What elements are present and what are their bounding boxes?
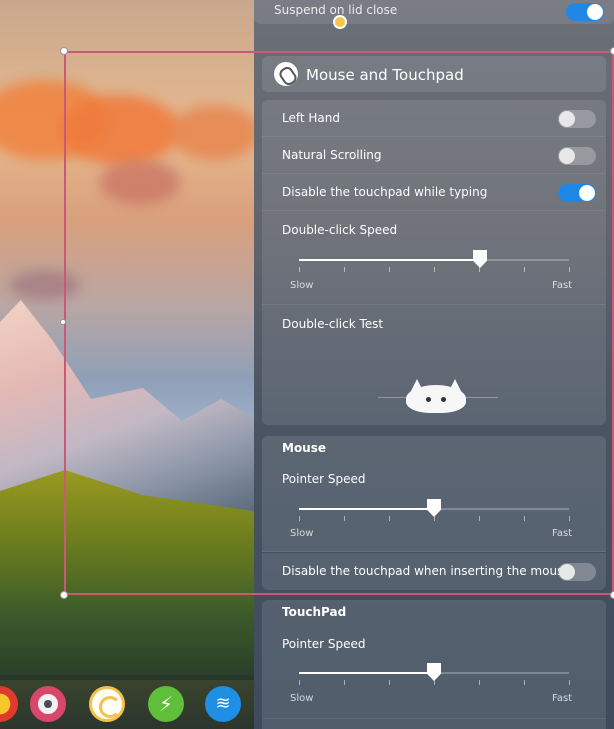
fast-label: Fast xyxy=(552,280,573,291)
double-click-speed-slider[interactable] xyxy=(299,250,570,272)
touchpad-pointer-speed-slider[interactable] xyxy=(299,663,570,685)
slider-tick xyxy=(434,680,435,685)
touchpad-card: Pointer Speed Slow Fast xyxy=(262,624,606,729)
slider-thumb[interactable] xyxy=(427,663,441,681)
top-partial-toggle[interactable] xyxy=(566,3,604,21)
touchpad-pointer-speed-row: Pointer Speed Slow Fast xyxy=(262,624,606,719)
double-click-speed-row: Double-click Speed Slow Fast xyxy=(262,211,606,305)
app-icon[interactable] xyxy=(89,686,125,722)
general-card: Left Hand Natural Scrolling Disable the … xyxy=(262,100,606,425)
mouse-card: Pointer Speed Slow Fast xyxy=(262,460,606,552)
left-hand-toggle[interactable] xyxy=(558,110,596,128)
slider-tick xyxy=(524,516,525,521)
slider-tick xyxy=(344,680,345,685)
slider-tick xyxy=(479,516,480,521)
resize-handle[interactable] xyxy=(60,319,66,325)
slider-tick xyxy=(389,267,390,272)
slider-tick xyxy=(434,516,435,521)
cloud xyxy=(100,160,180,205)
disable-touchpad-mouse-label: Disable the touchpad when inserting the … xyxy=(282,564,571,578)
double-click-test-label: Double-click Test xyxy=(282,317,384,331)
mouse-section-title: Mouse xyxy=(282,441,327,455)
slider-tick xyxy=(479,680,480,685)
slow-label: Slow xyxy=(290,280,314,291)
slider-fill xyxy=(299,672,434,674)
cat-body xyxy=(406,385,466,413)
disable-touchpad-typing-label: Disable the touchpad while typing xyxy=(282,185,488,199)
slider-tick xyxy=(569,680,570,685)
slider-tick xyxy=(299,680,300,685)
resize-handle[interactable] xyxy=(610,47,614,55)
top-partial-row: Suspend on lid close xyxy=(254,0,614,24)
touchpad-pointer-speed-label: Pointer Speed xyxy=(282,637,366,651)
wifi-icon[interactable]: ≋ xyxy=(205,686,241,722)
fast-label: Fast xyxy=(552,693,573,704)
touchpad-section-title: TouchPad xyxy=(282,605,347,619)
slider-thumb[interactable] xyxy=(427,499,441,517)
slider-fill xyxy=(299,259,480,261)
page-title: Mouse and Touchpad xyxy=(306,66,464,84)
cloud xyxy=(60,95,180,165)
settings-icon[interactable] xyxy=(30,686,66,722)
cat-eye xyxy=(441,397,446,402)
cloud xyxy=(10,270,80,300)
slider-tick xyxy=(299,267,300,272)
power-icon[interactable]: ⚡ xyxy=(148,686,184,722)
rotate-handle-icon[interactable] xyxy=(333,15,347,29)
slow-label: Slow xyxy=(290,528,314,539)
double-click-test-row: Double-click Test xyxy=(262,305,606,425)
slider-tick xyxy=(569,267,570,272)
natural-scrolling-toggle[interactable] xyxy=(558,147,596,165)
slider-tick xyxy=(389,680,390,685)
disable-touchpad-mouse-toggle[interactable] xyxy=(558,563,596,581)
slider-tick xyxy=(344,516,345,521)
dock: ⚡ ≋ xyxy=(0,675,254,729)
slider-tick xyxy=(344,267,345,272)
slider-tick xyxy=(524,680,525,685)
slider-tick xyxy=(389,516,390,521)
slider-tick xyxy=(434,267,435,272)
left-hand-row: Left Hand xyxy=(262,100,606,137)
double-click-speed-label: Double-click Speed xyxy=(282,223,398,237)
slider-tick xyxy=(524,267,525,272)
control-panel: Suspend on lid close Mouse and Touchpad … xyxy=(254,0,614,729)
cloud xyxy=(170,105,260,160)
cat-eye xyxy=(426,397,431,402)
mouse-section-header: Mouse xyxy=(262,436,606,460)
mouse-pointer-speed-slider[interactable] xyxy=(299,499,570,521)
slider-tick xyxy=(479,267,480,272)
disable-touchpad-typing-toggle[interactable] xyxy=(558,184,596,202)
slow-label: Slow xyxy=(290,693,314,704)
app-icon[interactable] xyxy=(0,686,18,722)
slider-tick xyxy=(299,516,300,521)
left-hand-label: Left Hand xyxy=(282,111,340,125)
cat-test-icon[interactable] xyxy=(406,379,466,413)
mouse-pointer-speed-label: Pointer Speed xyxy=(282,472,366,486)
touchpad-section-header: TouchPad xyxy=(262,600,606,624)
slider-tick xyxy=(569,516,570,521)
disable-touchpad-mouse-row: Disable the touchpad when inserting the … xyxy=(262,553,606,590)
mouse-pointer-speed-row: Pointer Speed Slow Fast xyxy=(262,460,606,552)
slider-thumb[interactable] xyxy=(473,250,487,268)
disable-touchpad-typing-row: Disable the touchpad while typing xyxy=(262,174,606,211)
fast-label: Fast xyxy=(552,528,573,539)
resize-handle[interactable] xyxy=(610,591,614,599)
natural-scrolling-label: Natural Scrolling xyxy=(282,148,382,162)
resize-handle[interactable] xyxy=(60,591,68,599)
slider-fill xyxy=(299,508,434,510)
mouse-icon xyxy=(274,62,298,86)
resize-handle[interactable] xyxy=(60,47,68,55)
natural-scrolling-row: Natural Scrolling xyxy=(262,137,606,174)
